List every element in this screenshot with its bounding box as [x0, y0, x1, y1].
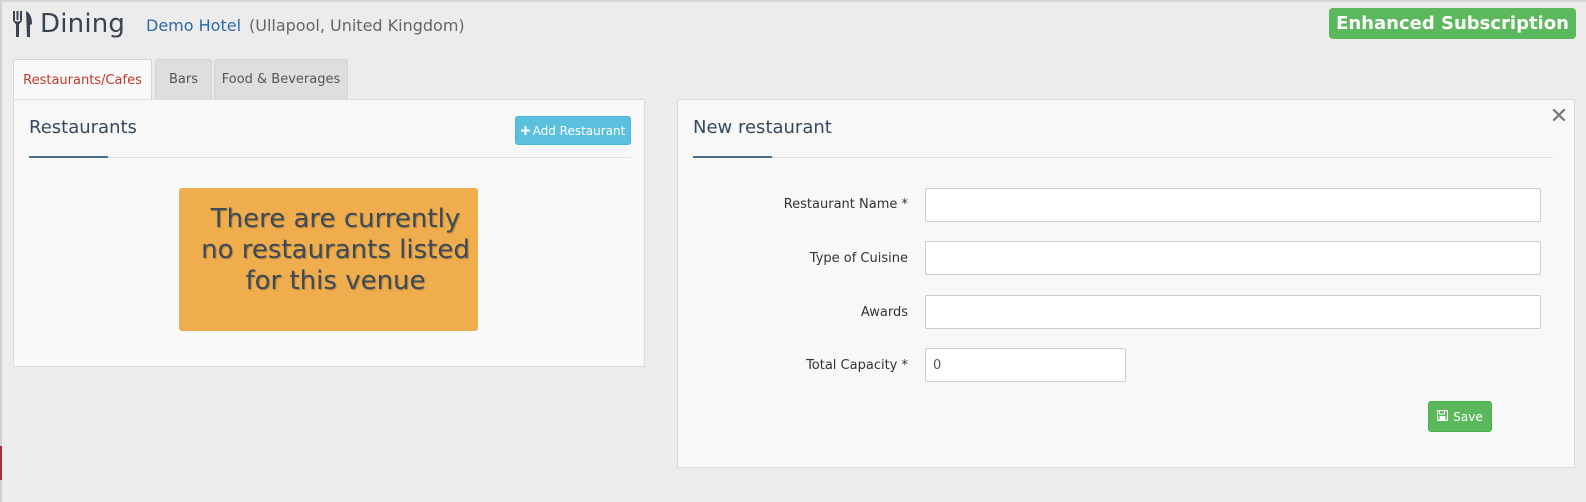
add-restaurant-button[interactable]: Add Restaurant [515, 116, 631, 145]
utensils-icon [10, 9, 36, 39]
save-label: Save [1453, 409, 1483, 424]
hotel-name-link[interactable]: Demo Hotel [146, 16, 241, 35]
plus-icon [520, 124, 530, 138]
left-border [0, 0, 2, 502]
left-edge-marker [0, 446, 2, 480]
page-title: Dining [40, 9, 126, 39]
add-restaurant-label: Add Restaurant [532, 123, 626, 138]
tab-food-beverages[interactable]: Food & Beverages [214, 59, 348, 99]
hotel-location: (Ullapool, United Kingdom) [249, 16, 465, 35]
tab-bars[interactable]: Bars [155, 59, 212, 99]
awards-input[interactable] [925, 295, 1541, 329]
restaurant-name-label: Restaurant Name * [783, 197, 908, 212]
new-restaurant-title: New restaurant [693, 117, 832, 138]
new-restaurant-divider-accent [693, 156, 772, 158]
restaurants-panel: Restaurants Add Restaurant There are cur… [13, 99, 645, 367]
empty-restaurants-alert: There are currently no restaurants liste… [179, 188, 478, 331]
page-header: Dining [10, 6, 125, 42]
capacity-input[interactable] [925, 348, 1126, 382]
restaurants-divider-accent [29, 156, 108, 158]
save-button[interactable]: Save [1428, 401, 1492, 432]
restaurants-panel-title: Restaurants [29, 117, 137, 138]
close-icon[interactable]: ✕ [1548, 106, 1570, 128]
tab-restaurants-cafes[interactable]: Restaurants/Cafes [13, 59, 152, 100]
restaurants-divider [29, 157, 631, 158]
awards-label: Awards [860, 305, 908, 320]
new-restaurant-divider [693, 157, 1553, 158]
top-border [0, 0, 1586, 2]
subscription-badge: Enhanced Subscription [1329, 8, 1576, 39]
restaurant-name-input[interactable] [925, 188, 1541, 222]
cuisine-input[interactable] [925, 241, 1541, 275]
new-restaurant-panel: New restaurant ✕ Restaurant Name * Type … [677, 99, 1575, 468]
cuisine-label: Type of Cuisine [809, 251, 908, 266]
floppy-disk-icon [1437, 409, 1449, 424]
capacity-label: Total Capacity * [806, 358, 908, 373]
